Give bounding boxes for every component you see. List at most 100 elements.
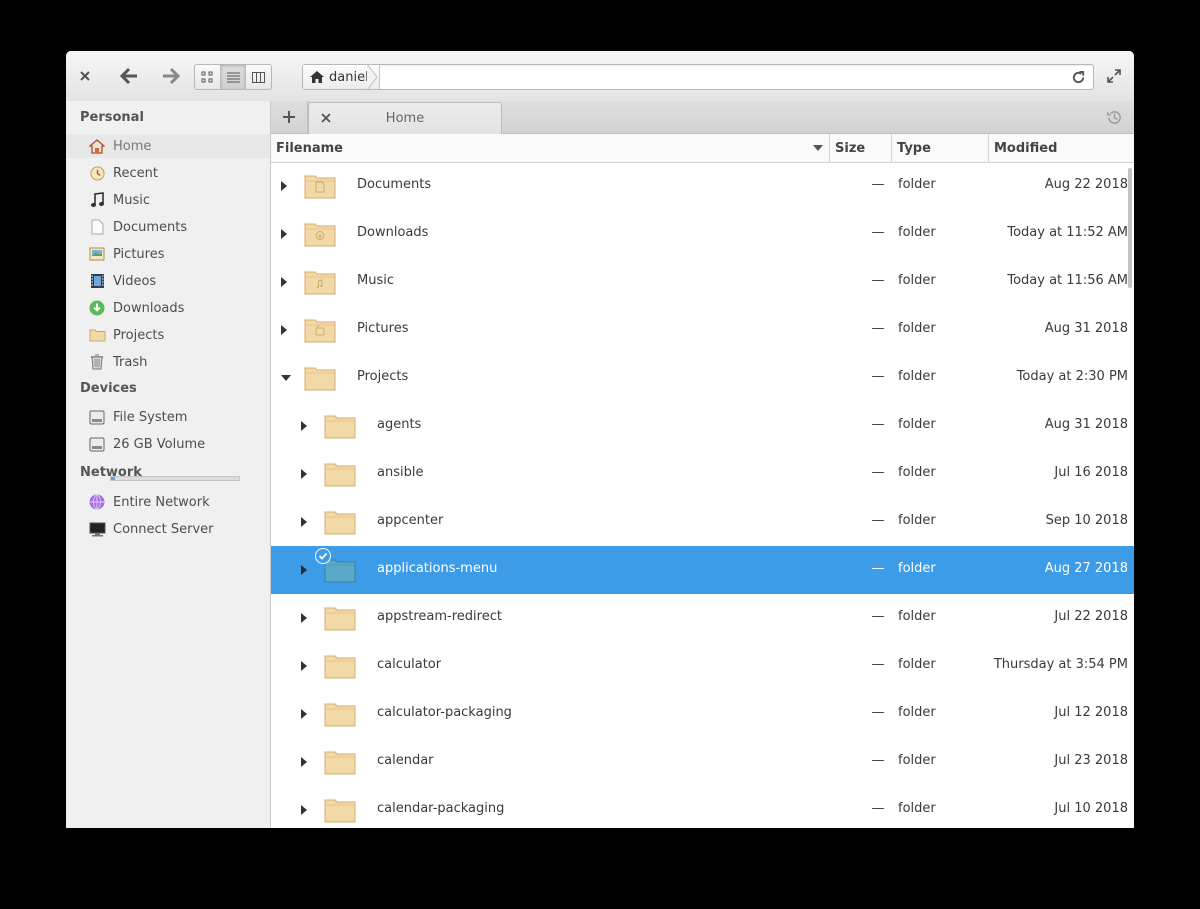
reload-button[interactable] (1069, 68, 1087, 86)
expander-closed-icon[interactable] (301, 565, 307, 575)
selection-check-icon[interactable] (315, 548, 331, 564)
file-size: — (871, 801, 885, 816)
sidebar-item-file-system[interactable]: File System (88, 405, 268, 429)
file-modified: Aug 31 2018 (1044, 417, 1128, 432)
list-view-button[interactable] (220, 65, 247, 89)
column-header-filename[interactable]: Filename (271, 134, 830, 162)
expander-open-icon[interactable] (281, 375, 291, 381)
expander-closed-icon[interactable] (301, 661, 307, 671)
column-label: Filename (276, 140, 343, 156)
folder-icon (304, 223, 336, 247)
sidebar-item-pictures[interactable]: Pictures (88, 242, 268, 266)
maximize-button[interactable] (1104, 66, 1124, 86)
file-modified: Aug 31 2018 (1044, 321, 1128, 336)
sidebar-item-label: Downloads (113, 300, 185, 316)
file-row[interactable]: Music — folder Today at 11:56 AM (271, 258, 1134, 306)
home-icon (88, 137, 106, 155)
file-type: folder (898, 321, 936, 336)
sidebar-item-label: Home (113, 138, 152, 154)
recent-icon (88, 164, 106, 182)
close-window-button[interactable] (74, 65, 96, 87)
file-modified: Jul 12 2018 (1054, 705, 1128, 720)
expander-closed-icon[interactable] (301, 709, 307, 719)
file-row[interactable]: calculator-packaging — folder Jul 12 2018 (271, 690, 1134, 738)
file-row[interactable]: applications-menu — folder Aug 27 2018 (271, 546, 1134, 594)
expander-closed-icon[interactable] (301, 517, 307, 527)
file-row[interactable]: Projects — folder Today at 2:30 PM (271, 354, 1134, 402)
new-tab-button[interactable] (271, 101, 308, 133)
folder-icon (324, 703, 356, 727)
folder-icon (324, 655, 356, 679)
file-row[interactable]: agents — folder Aug 31 2018 (271, 402, 1134, 450)
columns-icon (252, 71, 266, 83)
folder-icon (324, 751, 356, 775)
sidebar-header-network: Network (80, 465, 142, 480)
column-view-button[interactable] (246, 65, 271, 89)
sidebar-item-projects[interactable]: Projects (88, 323, 268, 347)
closed-tabs-button[interactable] (1104, 107, 1124, 127)
sidebar-item-home[interactable]: Home (66, 134, 270, 158)
sidebar-item-connect-server[interactable]: Connect Server (88, 517, 268, 541)
expander-closed-icon[interactable] (281, 325, 287, 335)
tab-home[interactable]: Home (308, 102, 502, 134)
column-header-size[interactable]: Size (830, 134, 892, 162)
sidebar-item-music[interactable]: Music (88, 188, 268, 212)
expander-closed-icon[interactable] (301, 805, 307, 815)
column-header-modified[interactable]: Modified (989, 134, 1134, 162)
file-row[interactable]: appstream-redirect — folder Jul 22 2018 (271, 594, 1134, 642)
file-row[interactable]: Pictures — folder Aug 31 2018 (271, 306, 1134, 354)
file-row[interactable]: Downloads — folder Today at 11:52 AM (271, 210, 1134, 258)
file-name: calendar (377, 753, 434, 768)
sidebar-item-recent[interactable]: Recent (88, 161, 268, 185)
grid-view-button[interactable] (195, 65, 221, 89)
file-modified: Jul 16 2018 (1054, 465, 1128, 480)
file-modified: Today at 2:30 PM (1016, 369, 1128, 384)
file-name: Projects (357, 369, 409, 384)
file-modified: Thursday at 3:54 PM (993, 657, 1128, 672)
file-manager-window: daniel Personal Home Recent Music Docume… (66, 51, 1134, 828)
expander-closed-icon[interactable] (301, 613, 307, 623)
folder-icon (324, 511, 356, 535)
file-type: folder (898, 753, 936, 768)
file-type: folder (898, 609, 936, 624)
sidebar-item-videos[interactable]: Videos (88, 269, 268, 293)
sidebar-item-documents[interactable]: Documents (88, 215, 268, 239)
sidebar-item-entire-network[interactable]: Entire Network (88, 490, 268, 514)
expander-closed-icon[interactable] (281, 277, 287, 287)
file-row[interactable]: calendar — folder Jul 23 2018 (271, 738, 1134, 786)
expander-closed-icon[interactable] (301, 469, 307, 479)
expander-closed-icon[interactable] (301, 421, 307, 431)
file-row[interactable]: calendar-packaging — folder Jul 10 2018 (271, 786, 1134, 828)
home-icon (310, 71, 324, 83)
vertical-scrollbar[interactable] (1128, 168, 1132, 288)
forward-button[interactable] (158, 64, 184, 88)
expander-closed-icon[interactable] (281, 229, 287, 239)
arrow-right-icon (163, 67, 181, 85)
file-name: Music (357, 273, 394, 288)
pictures-icon (88, 245, 106, 263)
location-bar[interactable]: daniel (302, 64, 1094, 90)
file-row[interactable]: appcenter — folder Sep 10 2018 (271, 498, 1134, 546)
sidebar-item-volume[interactable]: 26 GB Volume (88, 432, 268, 456)
sidebar-item-downloads[interactable]: Downloads (88, 296, 268, 320)
file-name: Documents (357, 177, 432, 192)
folder-icon (324, 463, 356, 487)
file-name: ansible (377, 465, 424, 480)
sidebar-item-trash[interactable]: Trash (88, 350, 268, 374)
tab-label: Home (385, 111, 425, 126)
file-row[interactable]: calculator — folder Thursday at 3:54 PM (271, 642, 1134, 690)
file-type: folder (898, 705, 936, 720)
file-size: — (871, 513, 885, 528)
sidebar-item-label: Projects (113, 327, 165, 343)
expander-closed-icon[interactable] (301, 757, 307, 767)
back-button[interactable] (116, 64, 142, 88)
maximize-icon (1107, 69, 1121, 83)
file-row[interactable]: Documents — folder Aug 22 2018 (271, 162, 1134, 210)
file-size: — (871, 609, 885, 624)
folder-icon (88, 326, 106, 344)
file-modified: Jul 22 2018 (1054, 609, 1128, 624)
file-row[interactable]: ansible — folder Jul 16 2018 (271, 450, 1134, 498)
sidebar-item-label: Documents (113, 219, 188, 235)
expander-closed-icon[interactable] (281, 181, 287, 191)
column-header-type[interactable]: Type (892, 134, 989, 162)
